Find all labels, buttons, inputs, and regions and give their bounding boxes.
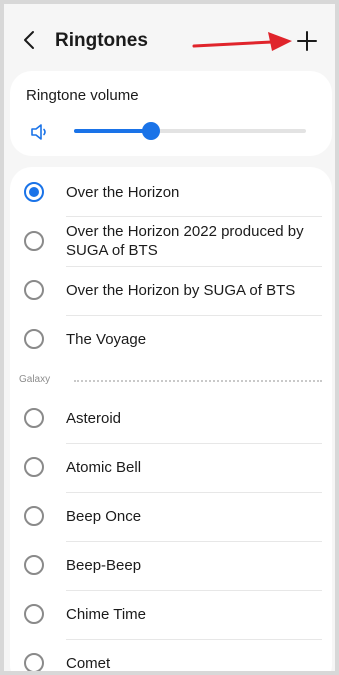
ringtone-item-atomic-bell[interactable]: Atomic Bell [10,443,332,492]
add-ringtone-button[interactable] [294,28,320,54]
section-divider [74,380,322,382]
radio-button[interactable] [24,329,44,349]
ringtone-label: Comet [66,655,111,671]
ringtone-label: Over the Horizon [66,184,180,201]
annotation-arrow-icon [192,32,292,51]
ringtone-item-over-the-horizon-2022[interactable]: Over the Horizon 2022 produced by SUGA o… [10,216,332,266]
slider-thumb[interactable] [141,122,160,140]
volume-slider[interactable] [74,122,306,140]
ringtone-label: Beep Once [66,508,142,525]
radio-button[interactable] [24,506,44,526]
slider-fill [74,129,151,133]
ringtone-item-beep-once[interactable]: Beep Once [10,492,332,541]
back-button[interactable] [18,28,42,52]
ringtone-label: Asteroid [66,410,122,427]
ringtone-item-over-the-horizon-suga[interactable]: Over the Horizon by SUGA of BTS [10,266,332,315]
radio-button[interactable] [24,280,44,300]
chevron-left-icon [24,31,34,49]
ringtone-item-beep-beep[interactable]: Beep-Beep [10,541,332,590]
ringtone-item-the-voyage[interactable]: The Voyage [10,315,332,364]
ringtone-item-asteroid[interactable]: Asteroid [10,394,332,443]
ringtone-label: Beep-Beep [66,557,142,574]
ringtone-list: Over the Horizon Over the Horizon 2022 p… [10,167,332,671]
radio-button[interactable] [24,182,44,202]
ringtone-label: The Voyage [66,331,147,348]
ringtone-label: Over the Horizon by SUGA of BTS [66,282,296,299]
ringtone-label: Over the Horizon 2022 produced by SUGA o… [66,223,304,259]
radio-button[interactable] [24,231,44,251]
volume-card: Ringtone volume [10,71,332,156]
radio-button[interactable] [24,457,44,477]
ringtone-item-chime-time[interactable]: Chime Time [10,590,332,639]
ringtone-item-over-the-horizon[interactable]: Over the Horizon [10,167,332,216]
radio-button[interactable] [24,555,44,575]
ringtone-label: Chime Time [66,606,147,623]
page-title: Ringtones [55,30,148,51]
volume-label: Ringtone volume [26,87,139,104]
ringtones-screen: Ringtones Ringtone volume Over the Horiz… [4,4,335,671]
radio-button[interactable] [24,408,44,428]
radio-button[interactable] [24,604,44,624]
ringtone-label: Atomic Bell [66,459,142,476]
radio-button[interactable] [24,653,44,671]
speaker-icon [31,124,46,140]
ringtone-item-comet[interactable]: Comet [10,639,332,671]
section-header-galaxy: Galaxy [19,374,51,385]
header: Ringtones [4,4,335,70]
plus-icon [297,31,317,51]
